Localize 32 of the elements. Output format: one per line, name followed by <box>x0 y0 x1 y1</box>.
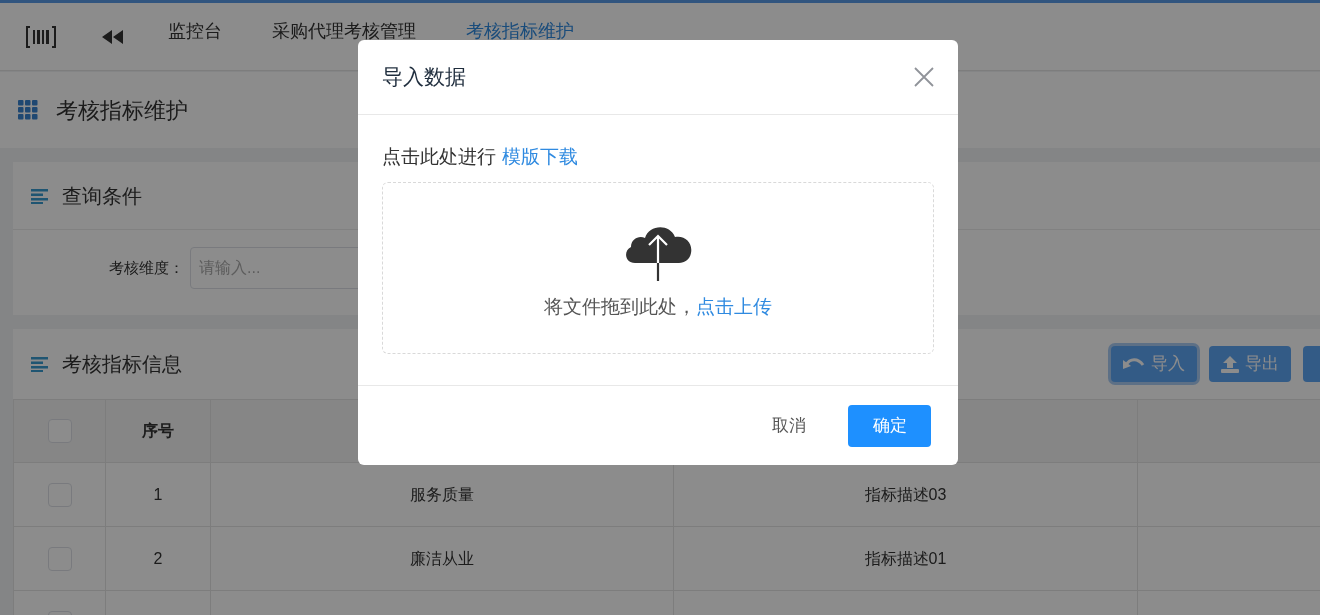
undo-icon <box>1123 357 1145 371</box>
drop-hint: 将文件拖到此处， <box>544 294 696 319</box>
nav-tab[interactable]: 考核指标维护 <box>466 19 574 42</box>
field-label: 考核维度： <box>109 257 184 278</box>
template-prompt: 点击此处进行 <box>382 145 496 169</box>
page-title: 考核指标维护 <box>56 96 188 125</box>
upload-dropzone[interactable]: 将文件拖到此处，点击上传 <box>382 181 934 354</box>
grid-icon <box>18 100 38 120</box>
collapse-icon[interactable] <box>102 29 124 44</box>
panel-title: 考核指标信息 <box>62 352 182 377</box>
table-cell-text: 指标描述01 <box>864 548 947 569</box>
toolbar-button[interactable]: 导出 <box>1209 346 1291 382</box>
dialog-title: 导入数据 <box>382 64 466 91</box>
table-cell-text: 1 <box>153 484 163 505</box>
table-cell-text: 廉洁从业 <box>410 548 474 569</box>
barcode-icon <box>26 25 56 48</box>
cancel-button[interactable]: 取消 <box>758 404 820 447</box>
toolbar-button[interactable]: 导入 <box>1111 346 1197 382</box>
template-download-link[interactable]: 模版下载 <box>502 143 578 172</box>
column-header: 序号 <box>106 400 211 463</box>
table-cell-text: 服务质量 <box>410 484 474 505</box>
nav-tab[interactable]: 采购代理考核管理 <box>272 19 416 42</box>
table-cell-text: 2 <box>153 548 163 569</box>
upload-icon <box>1221 355 1239 373</box>
list-icon <box>31 356 48 372</box>
close-icon[interactable] <box>914 67 934 87</box>
upload-link[interactable]: 点击上传 <box>696 292 772 321</box>
panel-title: 查询条件 <box>62 183 142 209</box>
nav-tab[interactable]: 监控台 <box>168 19 222 42</box>
confirm-button[interactable]: 确定 <box>848 404 931 447</box>
table-cell-text: 指标描述03 <box>864 484 947 505</box>
list-icon <box>31 187 48 204</box>
